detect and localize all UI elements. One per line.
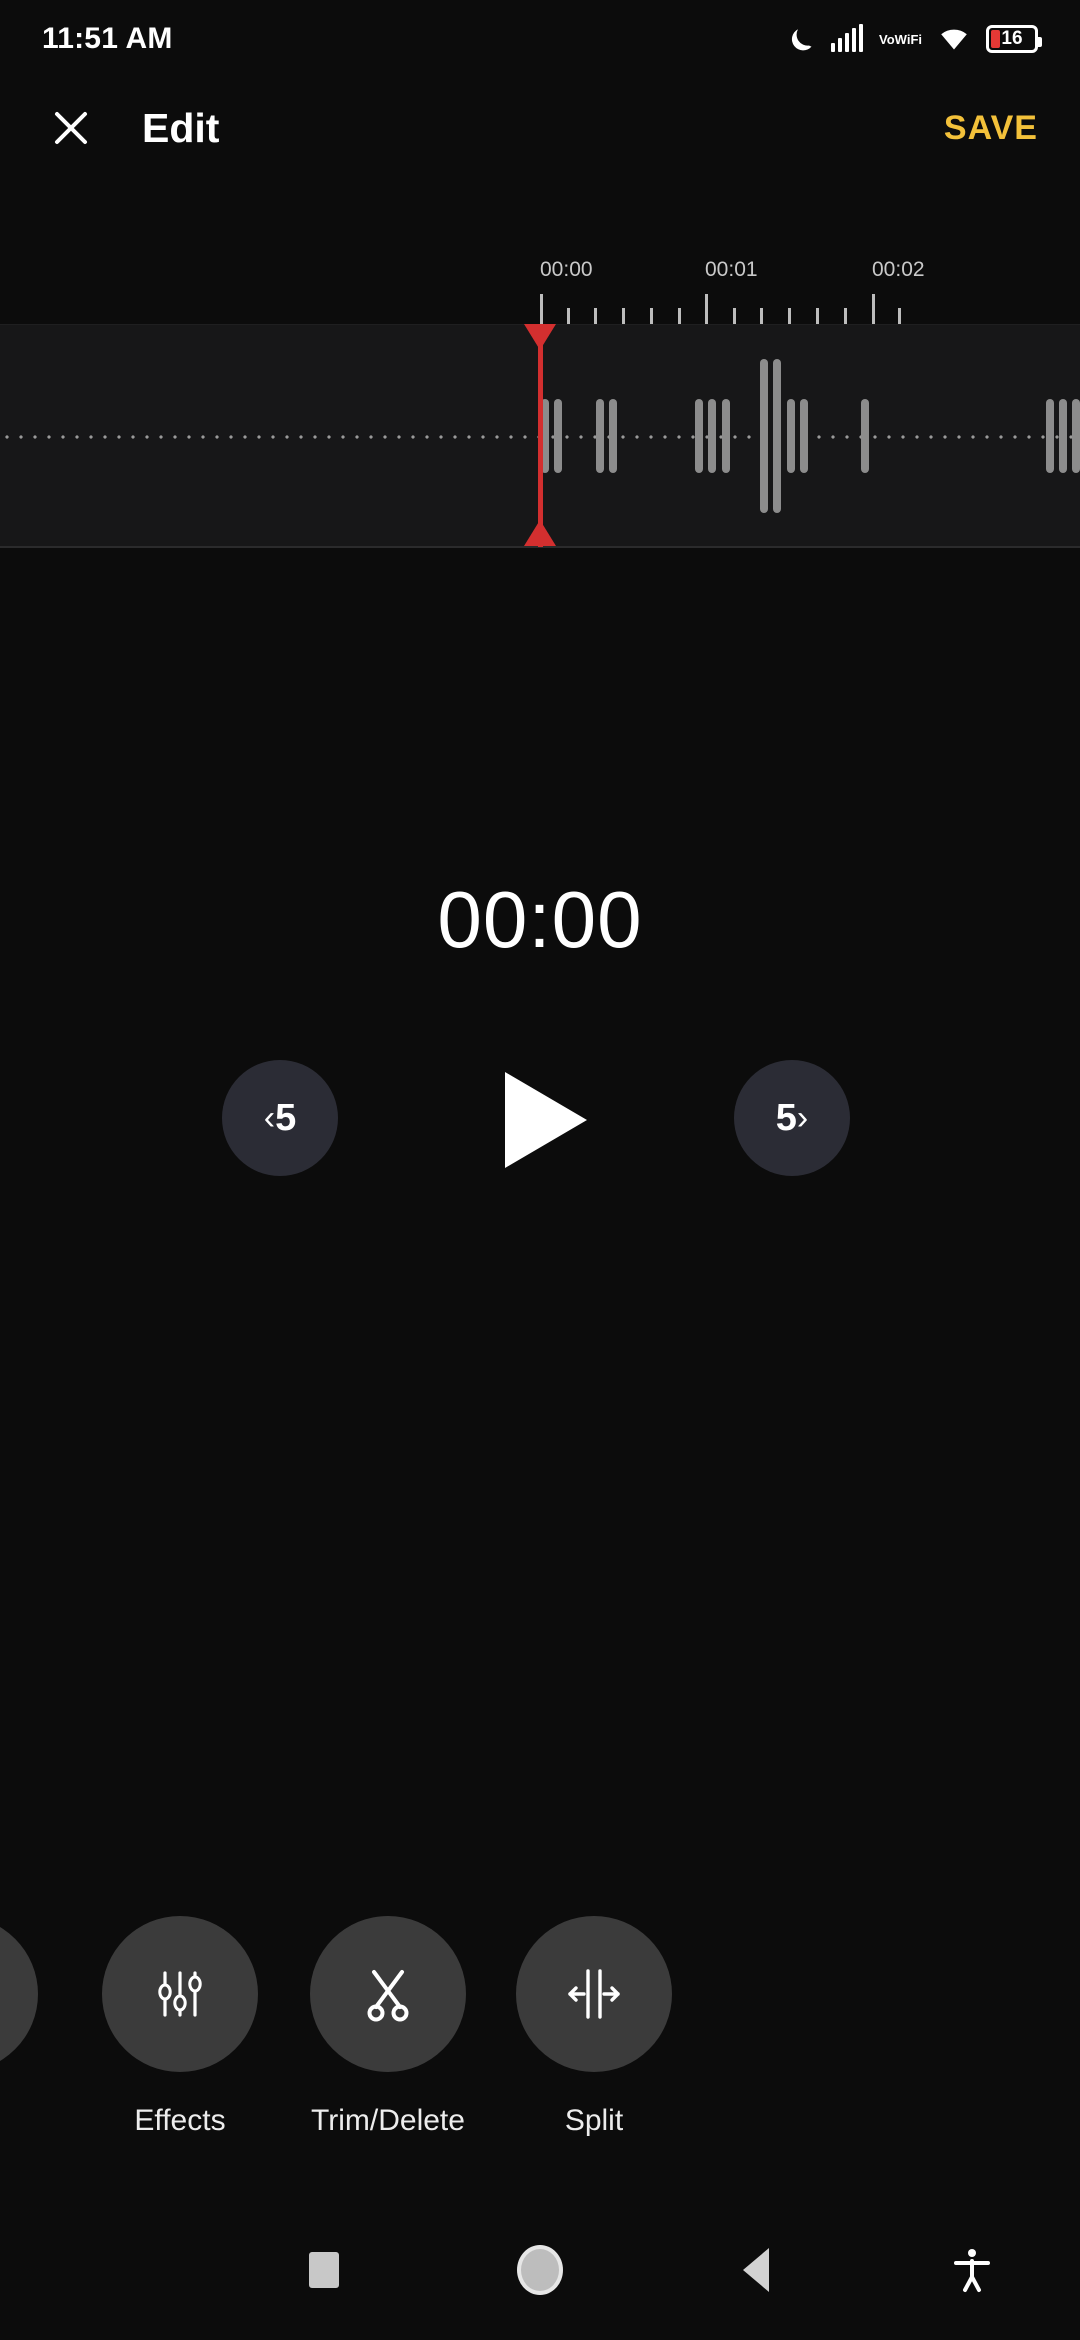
rewind-seconds-label: 5 xyxy=(275,1097,297,1139)
play-button[interactable] xyxy=(505,1072,597,1168)
ruler-minor-tick xyxy=(788,308,791,324)
ruler-minor-tick xyxy=(567,308,570,324)
battery-icon: 16 xyxy=(986,25,1042,53)
forward-seconds-label: 5 xyxy=(775,1097,797,1139)
wifi-icon xyxy=(938,26,970,52)
volte-wifi-icon: Vo WiFi xyxy=(879,33,922,46)
waveform-bar xyxy=(609,399,617,473)
vowifi-bottom: WiFi xyxy=(894,31,922,47)
ruler-label: 00:01 xyxy=(705,258,758,281)
vowifi-top: Vo xyxy=(879,31,895,47)
ruler-label: 00:00 xyxy=(540,258,593,281)
current-time-display: 00:00 xyxy=(437,875,643,964)
app-bar: Edit SAVE xyxy=(0,78,1080,178)
playhead-top-handle[interactable] xyxy=(524,324,556,350)
waveform-bar xyxy=(1072,399,1080,473)
nav-accessibility-button[interactable] xyxy=(864,2247,1080,2293)
square-icon xyxy=(309,2252,339,2288)
playhead-line[interactable] xyxy=(538,325,543,547)
tool-split[interactable]: Split xyxy=(478,1916,710,2138)
scissors-icon[interactable] xyxy=(310,1916,466,2072)
ruler-minor-tick xyxy=(678,308,681,324)
circle-icon xyxy=(517,2245,563,2295)
waveform-bar xyxy=(722,399,730,473)
chevron-right-icon: › xyxy=(796,1099,809,1137)
ruler-minor-tick xyxy=(733,308,736,324)
waveform-bar xyxy=(1046,399,1054,473)
ruler-minor-tick xyxy=(898,308,901,324)
waveform-bar xyxy=(596,399,604,473)
waveform-bar xyxy=(800,399,808,473)
system-navigation-bar xyxy=(0,2200,1080,2340)
chevron-left-icon: ‹ xyxy=(263,1099,276,1137)
ruler-label: 00:02 xyxy=(872,258,925,281)
waveform-bar xyxy=(554,399,562,473)
triangle-back-icon xyxy=(743,2248,769,2292)
waveform-bar xyxy=(760,359,768,513)
split-arrows-icon[interactable] xyxy=(516,1916,672,2072)
ruler-minor-tick xyxy=(622,308,625,324)
waveform-panel[interactable] xyxy=(0,324,1080,547)
tool-label: Split xyxy=(564,2104,624,2137)
tool-label: Effects xyxy=(134,2104,226,2137)
ruler-minor-tick xyxy=(760,308,763,324)
ruler-major-tick xyxy=(540,294,543,324)
status-bar-clock: 11:51 AM xyxy=(42,22,173,55)
waveform-bar xyxy=(708,399,716,473)
waveform-bar xyxy=(695,399,703,473)
page-title: Edit xyxy=(142,104,220,151)
ruler-major-tick xyxy=(872,294,875,324)
waveform-bar xyxy=(787,399,795,473)
play-triangle-icon xyxy=(505,1072,587,1168)
status-bar-icons: Vo WiFi 16 xyxy=(789,24,1042,53)
ruler-minor-tick xyxy=(650,308,653,324)
tool-trim-delete[interactable]: Trim/Delete xyxy=(272,1916,504,2138)
ruler-minor-tick xyxy=(594,308,597,324)
ruler-minor-tick xyxy=(844,308,847,324)
ruler-major-tick xyxy=(705,294,708,324)
do-not-disturb-moon-icon xyxy=(789,25,815,53)
status-bar: 11:51 AM Vo WiFi 16 xyxy=(0,0,1080,78)
signal-bars-icon xyxy=(831,24,864,52)
rewind-5-seconds-button[interactable]: ‹ 5 xyxy=(222,1060,338,1176)
nav-recents-button[interactable] xyxy=(216,2252,432,2288)
tool-effects[interactable]: Effects xyxy=(64,1916,296,2138)
sliders-icon[interactable] xyxy=(102,1916,258,2072)
nav-back-button[interactable] xyxy=(648,2248,864,2292)
waveform-bar xyxy=(773,359,781,513)
tool-label: Trim/Delete xyxy=(311,2104,465,2137)
transport-controls: ‹ 5 5 › xyxy=(0,1060,1080,1210)
close-icon[interactable] xyxy=(42,99,100,157)
music-note-icon[interactable] xyxy=(0,1916,38,2072)
battery-percent-label: 16 xyxy=(1001,28,1023,49)
tool-sublabel: c xyxy=(0,2144,76,2178)
edit-tools-row: und c Effects Trim/Delete xyxy=(0,1916,1080,2166)
nav-home-button[interactable] xyxy=(432,2245,648,2295)
waveform-bar xyxy=(1059,399,1067,473)
accessibility-icon xyxy=(954,2249,990,2292)
forward-5-seconds-button[interactable]: 5 › xyxy=(734,1060,850,1176)
playhead-bottom-handle[interactable] xyxy=(524,520,556,546)
timeline-ruler[interactable]: 00:00 00:01 00:02 xyxy=(0,258,1080,324)
ruler-minor-tick xyxy=(816,308,819,324)
waveform-bar xyxy=(861,399,869,473)
save-button[interactable]: SAVE xyxy=(944,109,1038,148)
